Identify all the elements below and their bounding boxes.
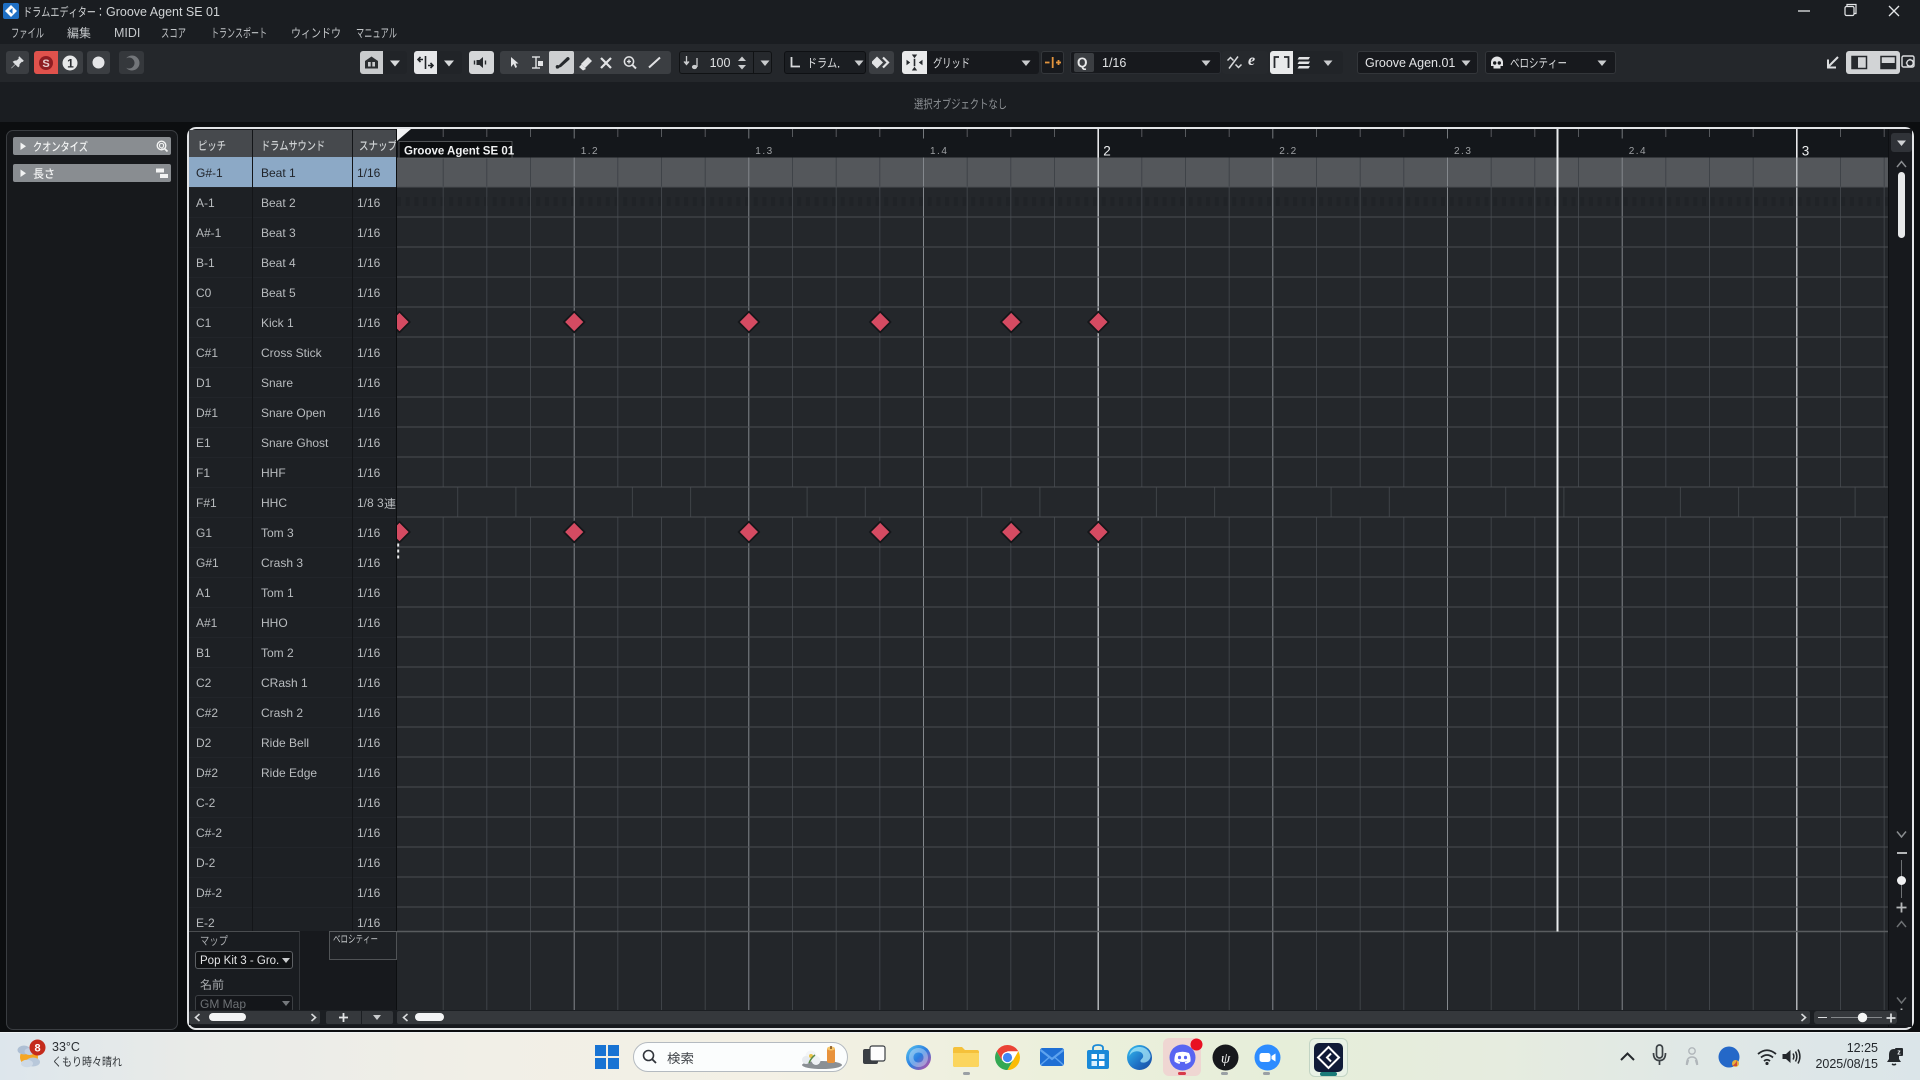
svg-text:1.2: 1.2 [581,146,599,157]
svg-text:8: 8 [34,1043,40,1055]
svg-text:Groove Agent SE 01: Groove Agent SE 01 [404,145,515,157]
svg-text:1: 1 [67,57,74,71]
svg-text:2: 2 [1103,143,1111,158]
svg-text:1.4: 1.4 [930,146,948,157]
svg-text:ψ: ψ [1221,1051,1231,1067]
svg-text:2.3: 2.3 [1454,146,1472,157]
svg-text:2.4: 2.4 [1629,146,1647,157]
svg-text:Q: Q [159,141,165,150]
svg-text:3: 3 [1802,143,1810,158]
svg-text:S: S [42,58,49,70]
svg-text:2.2: 2.2 [1279,146,1297,157]
svg-text:z: z [1897,1050,1901,1057]
svg-text:1.3: 1.3 [755,146,773,157]
